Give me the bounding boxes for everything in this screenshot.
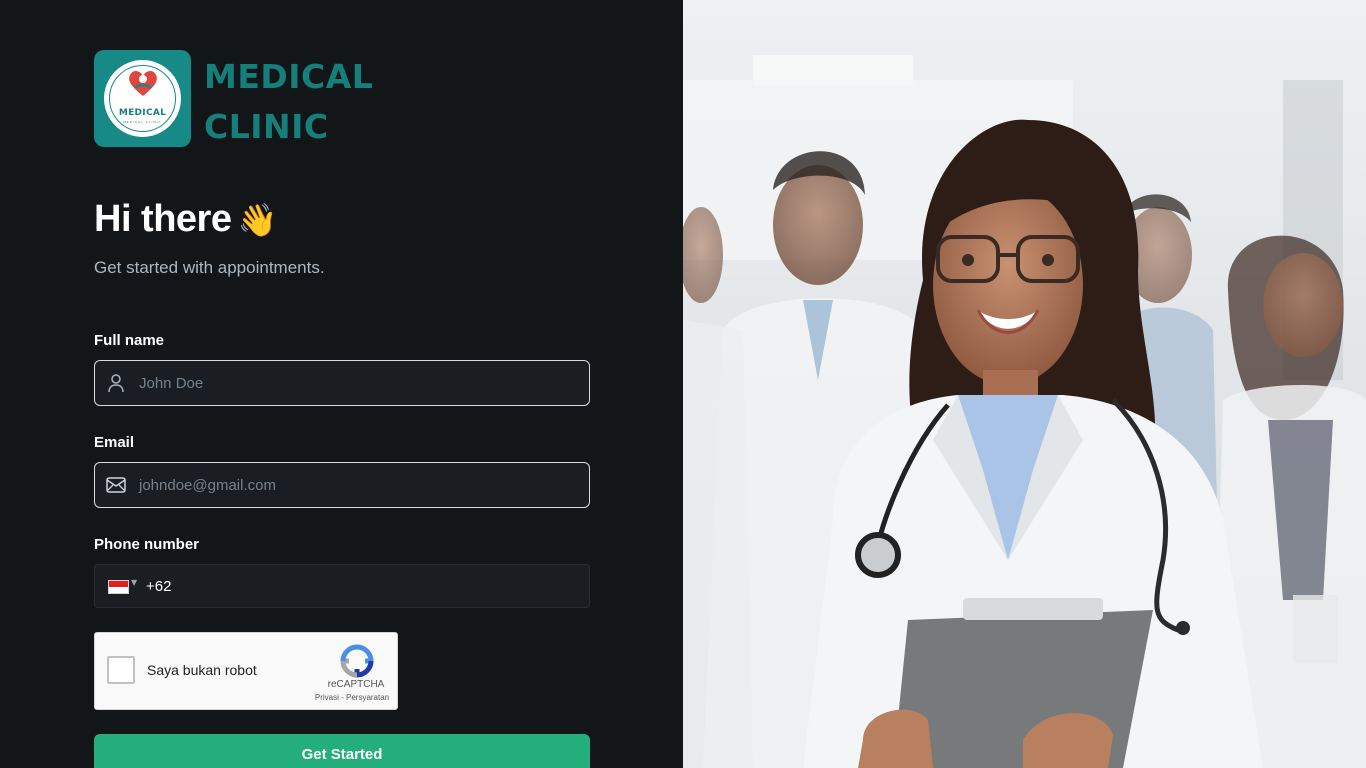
phone-field[interactable]: ▼ +62 [94,564,590,608]
logo-badge: MEDICAL MEDICAL CLINIC [101,57,184,140]
recaptcha-links[interactable]: Privasi - Persyaratan [305,693,399,702]
logo-subtext: MEDICAL CLINIC [123,120,162,124]
logo-text: MEDICAL [118,108,167,118]
mail-icon [106,477,126,493]
brand-line-2: CLINIC [204,107,329,146]
recaptcha-icon [340,644,374,678]
full-name-label: Full name [94,332,165,349]
email-label: Email [94,434,135,451]
phone-label: Phone number [94,536,200,553]
greeting-title: Hi there [94,198,232,240]
full-name-placeholder: John Doe [139,375,204,392]
page-title: Hi there 👋 [94,198,277,241]
hero-image [683,0,1366,768]
form-panel: MEDICAL MEDICAL CLINIC MEDICAL CLINIC Hi… [0,0,683,768]
waving-hand-icon: 👋 [237,202,277,238]
doctors-photo [683,0,1366,768]
dial-code: +62 [146,578,172,595]
brand-name: MEDICAL CLINIC [204,52,373,152]
recaptcha-brand: reCAPTCHA [327,679,385,690]
heart-icon [129,70,157,96]
recaptcha-widget: Saya bukan robot reCAPTCHA Privasi - Per… [94,632,398,710]
get-started-button[interactable]: Get Started [94,734,590,768]
brand-line-1: MEDICAL [204,57,374,96]
full-name-field[interactable]: John Doe [94,360,590,406]
email-field[interactable]: johndoe@gmail.com [94,462,590,508]
chevron-down-icon[interactable]: ▼ [131,578,137,587]
user-icon [108,374,124,393]
captcha-checkbox[interactable] [107,656,135,684]
captcha-label: Saya bukan robot [147,662,257,678]
email-placeholder: johndoe@gmail.com [139,477,276,494]
indonesia-flag-icon[interactable] [108,580,129,594]
page-subtitle: Get started with appointments. [94,258,325,277]
clinic-logo: MEDICAL MEDICAL CLINIC [94,50,191,147]
